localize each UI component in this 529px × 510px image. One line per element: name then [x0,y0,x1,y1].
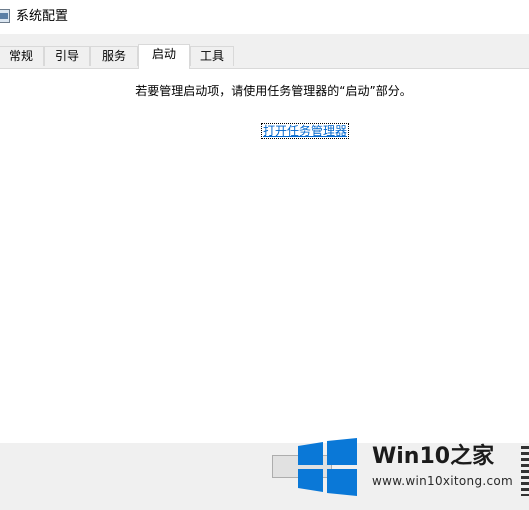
windows-logo-icon [298,438,357,496]
tab-strip: 常规 引导 服务 启动 工具 [0,44,529,69]
tab-general[interactable]: 常规 [0,46,44,66]
watermark-brand: Win10之家 [372,444,494,470]
msconfig-icon [0,9,10,23]
startup-panel: 若要管理启动项，请使用任务管理器的“启动”部分。 打开任务管理器 [0,68,529,443]
watermark-url: www.win10xitong.com [372,474,514,488]
edge-decoration [521,446,529,496]
watermark-brand-prefix: Win10 [372,444,451,469]
title-bar: 系统配置 [0,0,529,34]
tab-boot[interactable]: 引导 [44,46,90,66]
tab-services[interactable]: 服务 [90,46,138,66]
startup-info-text: 若要管理启动项，请使用任务管理器的“启动”部分。 [135,84,412,98]
tab-tools[interactable]: 工具 [190,46,234,66]
open-task-manager-link[interactable]: 打开任务管理器 [261,123,350,139]
watermark-brand-suffix: 之家 [450,444,495,469]
tab-startup[interactable]: 启动 [138,44,190,69]
window-title: 系统配置 [16,9,69,24]
